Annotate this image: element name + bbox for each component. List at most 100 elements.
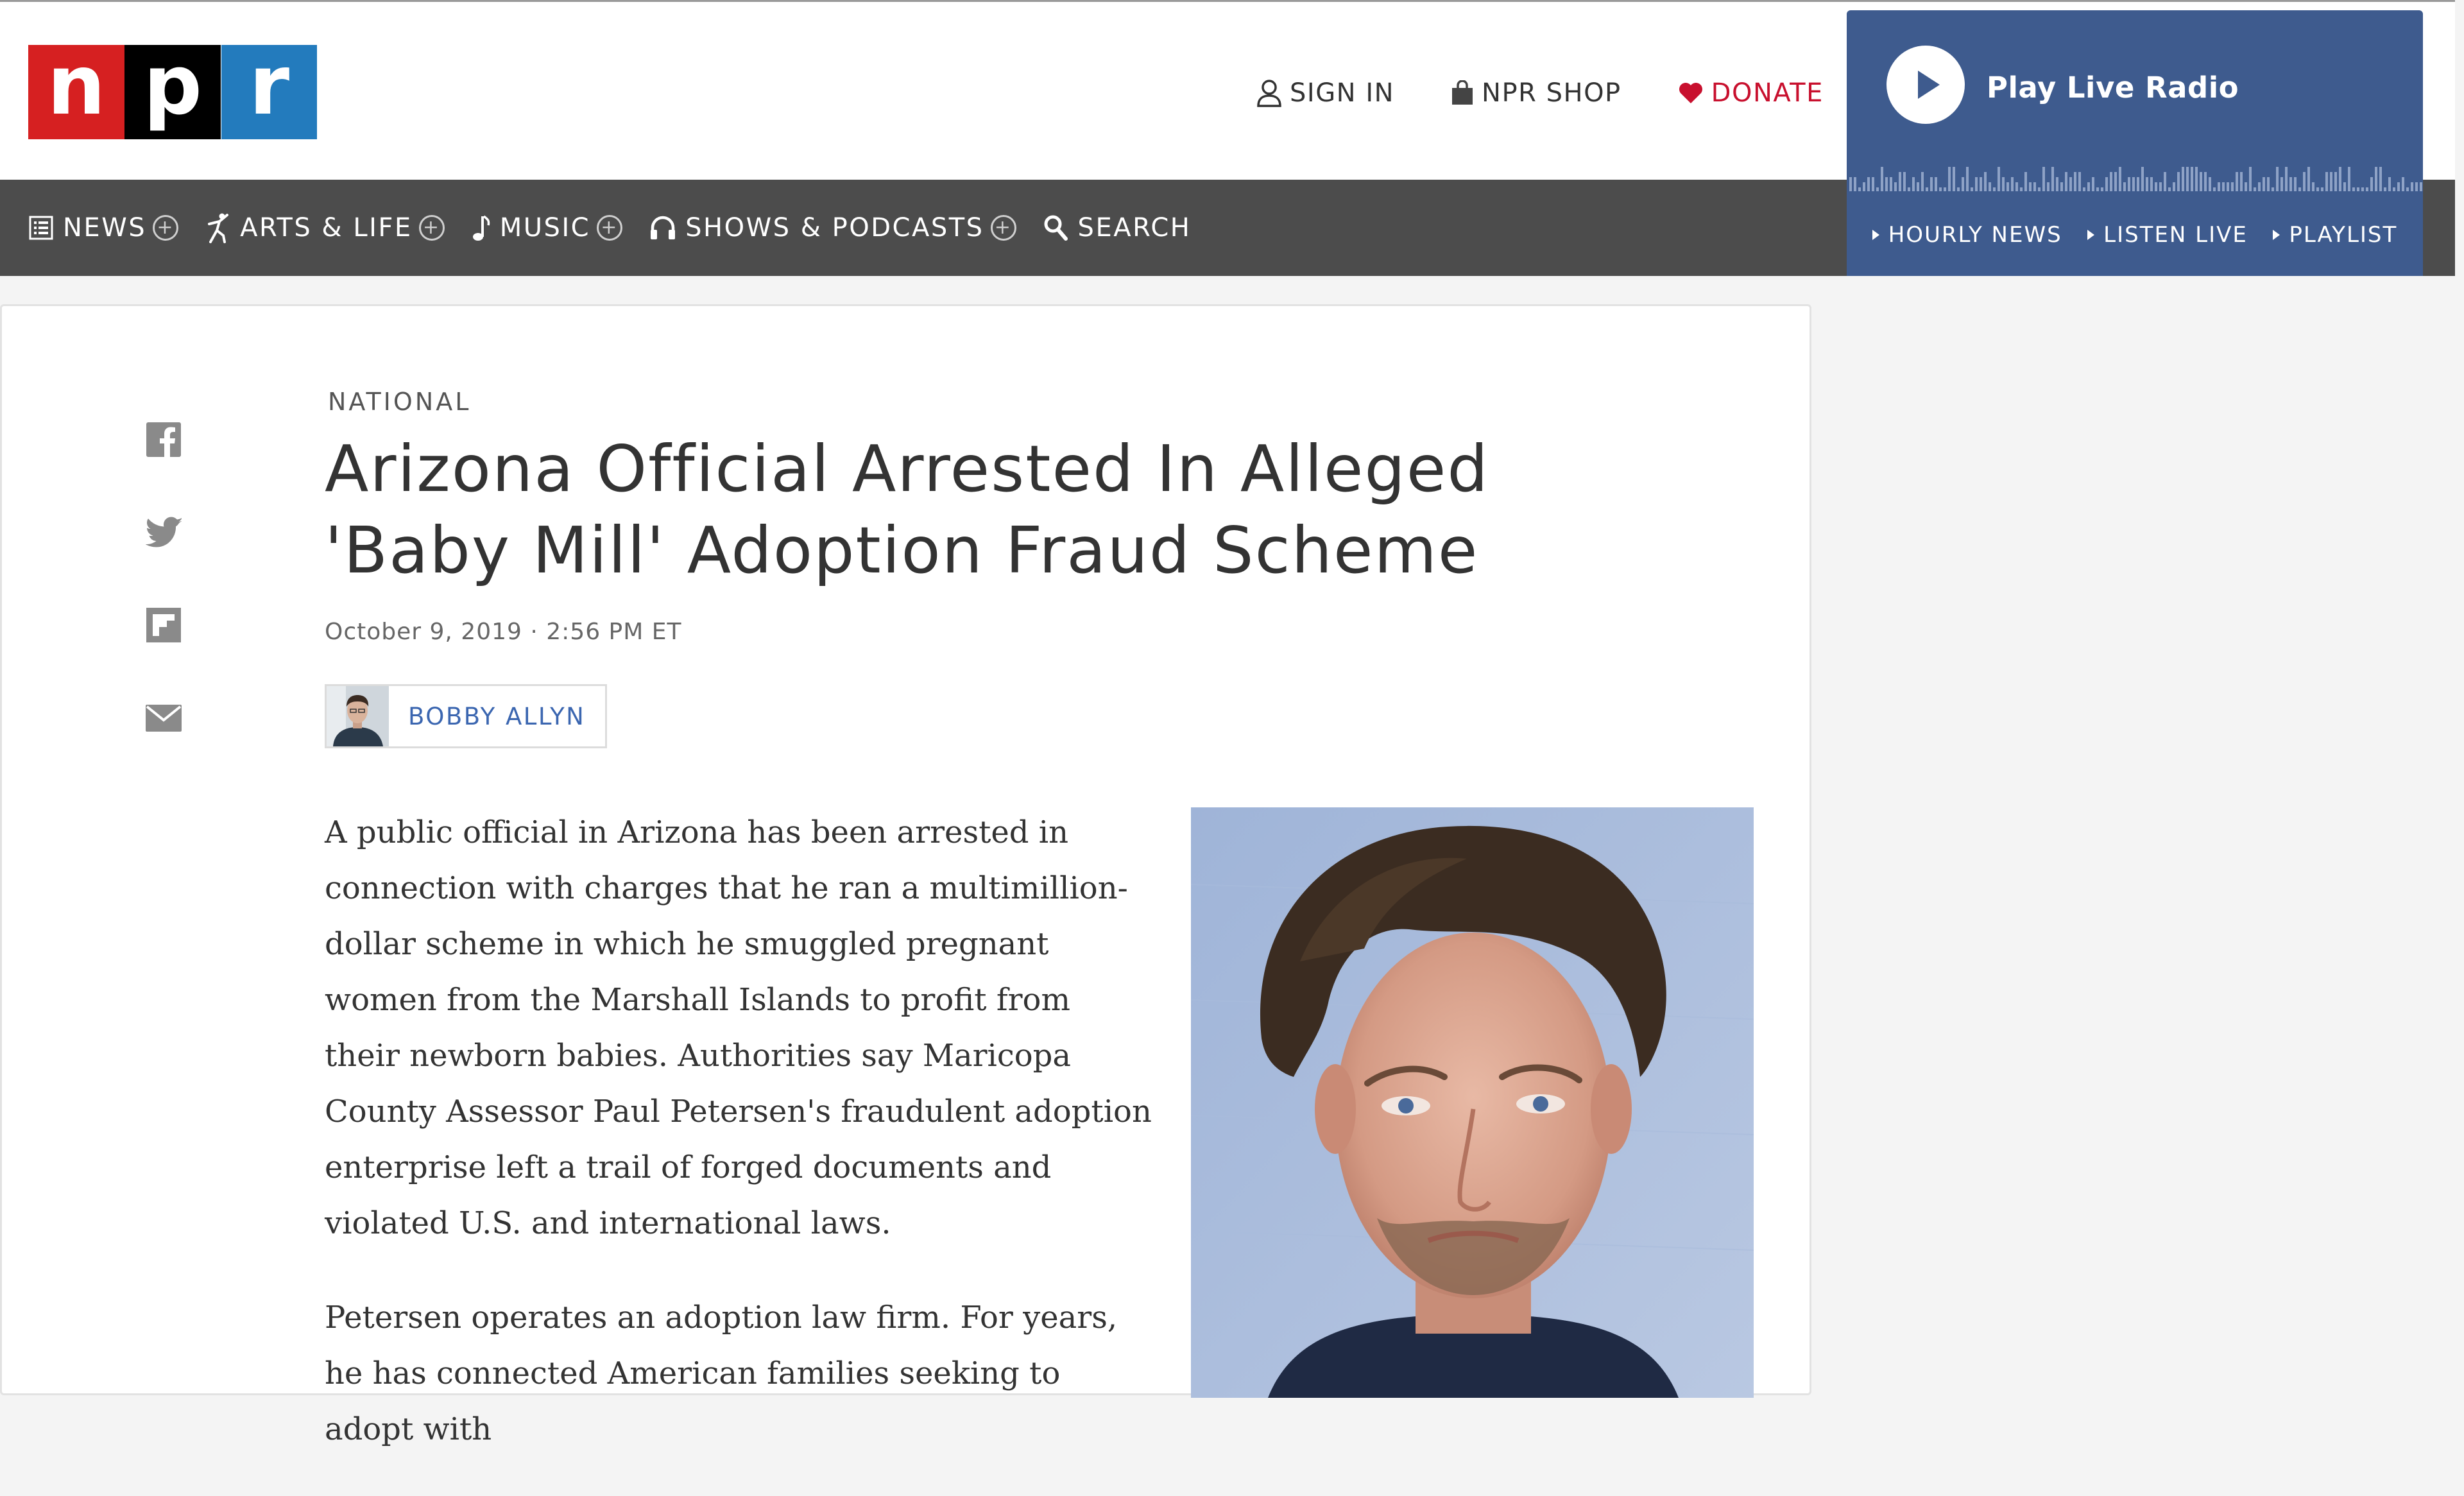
flipboard-icon	[146, 608, 181, 642]
waveform-bar	[1948, 167, 1951, 191]
waveform-bar	[2177, 172, 2180, 191]
page-scrollbar[interactable]	[2455, 0, 2464, 1386]
waveform-bar	[2047, 182, 2049, 191]
share-twitter-button[interactable]	[144, 513, 183, 551]
waveform-bar	[2141, 167, 2144, 191]
waveform-bar	[2105, 177, 2108, 191]
logo-letter-p: p	[124, 44, 221, 139]
waveform-bar	[1984, 172, 1987, 191]
waveform-bar	[2303, 172, 2306, 191]
nav-search[interactable]: SEARCH	[1043, 213, 1192, 243]
expand-plus-icon[interactable]: +	[597, 215, 623, 241]
waveform-bar	[2060, 182, 2063, 191]
sign-in-label: SIGN IN	[1290, 78, 1395, 108]
listen-live-link[interactable]: LISTEN LIVE	[2087, 222, 2248, 248]
article-photo[interactable]	[1191, 807, 1754, 1398]
headline-line-2: 'Baby Mill' Adoption Fraud Scheme	[325, 513, 1479, 588]
waveform-bar	[1935, 177, 1937, 191]
waveform-bar	[2128, 177, 2130, 191]
waveform-bar	[2191, 167, 2193, 191]
waveform-bar	[2406, 187, 2409, 191]
play-live-radio-button[interactable]	[1887, 46, 1965, 124]
waveform-bar	[2231, 182, 2234, 191]
waveform-bar	[2123, 182, 2126, 191]
share-email-button[interactable]	[144, 699, 183, 737]
headphones-icon	[649, 215, 676, 241]
waveform-bar	[1957, 187, 1960, 191]
npr-shop-link[interactable]: NPR SHOP	[1451, 78, 1621, 108]
waveform-bar	[2280, 177, 2283, 191]
waveform-bar	[2352, 187, 2355, 191]
waveform-bar	[2033, 182, 2036, 191]
nav-shows-podcasts-label: SHOWS & PODCASTS	[685, 213, 984, 243]
waveform-bar	[2065, 172, 2067, 191]
main-nav: NEWS + ARTS & LIFE + MUSIC + SHOWS & POD…	[0, 180, 1847, 276]
waveform-bar	[1966, 167, 1969, 191]
hourly-news-link[interactable]: HOURLY NEWS	[1872, 222, 2062, 248]
waveform-bar	[1962, 177, 1964, 191]
waveform-bar	[2146, 177, 2148, 191]
playlist-link[interactable]: PLAYLIST	[2273, 222, 2397, 248]
waveform-bar	[1971, 187, 1973, 191]
waveform-bar	[1993, 187, 1996, 191]
play-live-radio-title[interactable]: Play Live Radio	[1987, 71, 2239, 105]
waveform-bar	[2276, 167, 2279, 191]
waveform-bar	[2114, 172, 2117, 191]
waveform-bar	[1998, 167, 2000, 191]
expand-plus-icon[interactable]: +	[990, 215, 1016, 241]
share-facebook-button[interactable]	[144, 420, 183, 459]
waveform-bar	[2330, 172, 2332, 191]
waveform-bar	[2020, 187, 2023, 191]
waveform-bar	[2222, 182, 2225, 191]
waveform-bar	[1867, 177, 1870, 191]
waveform-bar	[1989, 182, 1991, 191]
article-paragraph: Petersen operates an adoption law firm. …	[325, 1300, 1118, 1447]
waveform-bar	[2397, 182, 2400, 191]
author-byline[interactable]: BOBBY ALLYN	[325, 684, 607, 748]
waveform-bar	[1921, 172, 1924, 191]
waveform-bar	[2204, 172, 2207, 191]
waveform-bar	[2258, 182, 2261, 191]
article-card: NATIONAL Arizona Official Arrested In Al…	[0, 304, 1811, 1447]
waveform-bar	[1903, 172, 1906, 191]
author-name: BOBBY ALLYN	[408, 702, 586, 730]
waveform-bar	[2402, 177, 2404, 191]
waveform-bar	[1912, 177, 1915, 191]
nav-music-label: MUSIC	[499, 213, 591, 243]
waveform-bar	[1858, 187, 1861, 191]
waveform-bar	[2298, 187, 2301, 191]
music-note-icon	[472, 214, 491, 242]
waveform-bar	[2101, 187, 2103, 191]
waveform-bar	[2245, 182, 2247, 191]
expand-plus-icon[interactable]: +	[418, 215, 445, 241]
waveform-bar	[2132, 177, 2135, 191]
npr-logo[interactable]: n p r	[28, 44, 318, 139]
nav-news[interactable]: NEWS +	[28, 213, 179, 243]
sign-in-link[interactable]: SIGN IN	[1256, 78, 1394, 108]
waveform-bar	[2272, 187, 2274, 191]
play-icon	[1918, 71, 1940, 99]
section-label[interactable]: NATIONAL	[328, 388, 471, 416]
waveform-bar	[2213, 187, 2216, 191]
waveform-bar	[2240, 172, 2243, 191]
nav-music[interactable]: MUSIC +	[472, 213, 623, 243]
waveform-bar	[2051, 167, 2054, 191]
waveform-bar	[2249, 167, 2252, 191]
waveform-bar	[2361, 187, 2364, 191]
waveform-bar	[2388, 177, 2391, 191]
waveform-bar	[2348, 167, 2350, 191]
waveform-bar	[2227, 182, 2229, 191]
facebook-icon	[146, 422, 181, 457]
nav-shows-podcasts[interactable]: SHOWS & PODCASTS +	[649, 213, 1016, 243]
play-triangle-icon	[2087, 230, 2095, 240]
waveform-bar	[1894, 182, 1897, 191]
waveform-bar	[1854, 177, 1856, 191]
nav-bar-edge	[2423, 180, 2455, 276]
expand-plus-icon[interactable]: +	[153, 215, 179, 241]
waveform-bar	[1890, 177, 1892, 191]
donate-link[interactable]: DONATE	[1678, 78, 1824, 108]
dancer-icon	[205, 212, 231, 243]
playlist-label: PLAYLIST	[2289, 222, 2398, 248]
share-flipboard-button[interactable]	[144, 606, 183, 644]
nav-arts-life[interactable]: ARTS & LIFE +	[205, 212, 445, 243]
